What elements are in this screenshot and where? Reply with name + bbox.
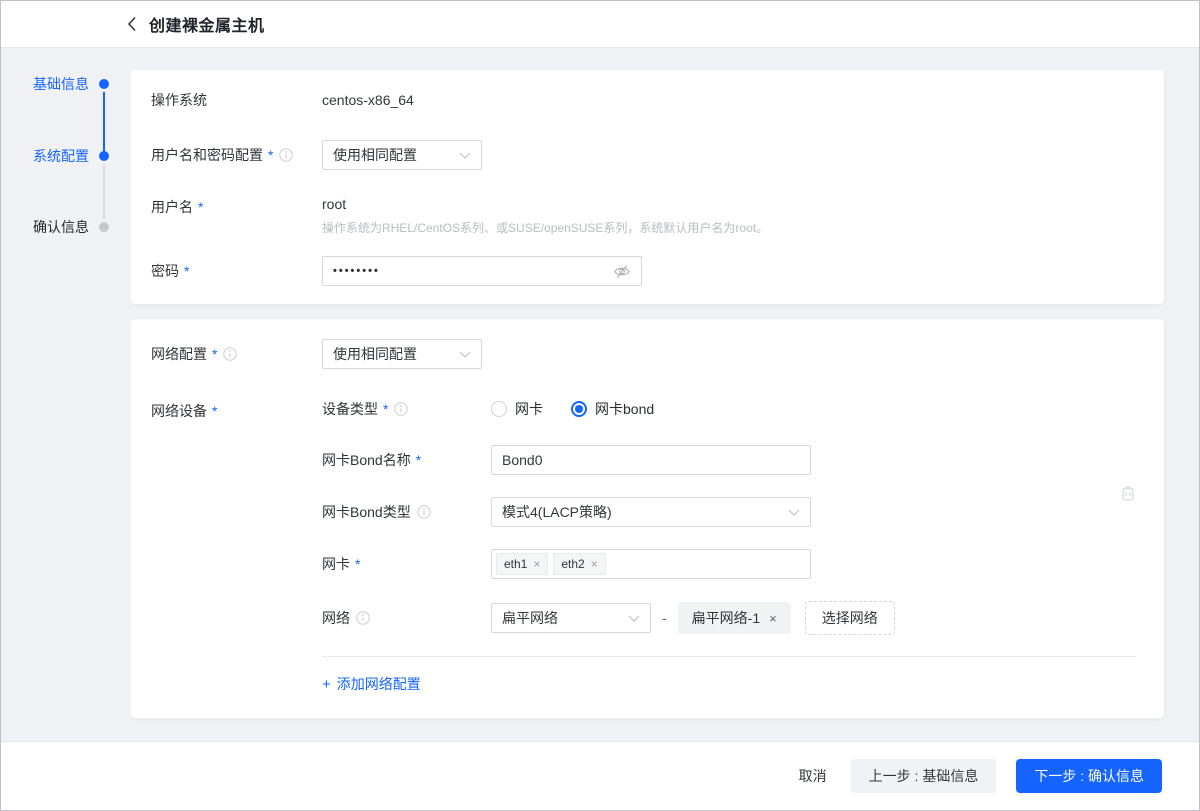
network-device-row: 网络设备 * 设备类型 * 网卡 网卡bond 网卡Bond名称 * Bond0… [151,399,1136,635]
page-body: 基础信息 系统配置 确认信息 操作系统 centos-x86_64 用户名和密码… [1,48,1199,741]
network-config-select[interactable]: 使用相同配置 [322,339,482,369]
password-row: 密码 * •••••••• [151,256,1136,286]
nic-multiselect[interactable]: eth1 × eth2 × [491,549,811,579]
page-header: 创建裸金属主机 [1,1,1199,48]
step-connector-done [103,92,105,152]
nic-tag: eth2 × [553,553,606,575]
info-icon[interactable] [223,347,238,361]
network-config-row: 网络配置 * 使用相同配置 [151,339,1136,369]
required-mark: * [355,556,361,572]
user-pass-config-label: 用户名和密码配置 * [151,145,322,165]
info-icon[interactable] [417,505,431,519]
info-icon[interactable] [356,611,370,625]
bond-name-label: 网卡Bond名称 * [322,452,422,468]
main-content: 操作系统 centos-x86_64 用户名和密码配置 * 使用相同配置 用户名… [131,48,1199,741]
required-mark: * [198,199,204,215]
required-mark: * [268,147,274,163]
delete-device-button[interactable] [1120,485,1136,502]
next-step-button[interactable]: 下一步 : 确认信息 [1016,759,1162,793]
username-value: root [322,196,347,212]
remove-tag-icon[interactable]: × [591,557,598,571]
info-icon[interactable] [394,402,409,416]
selected-network-tag: 扁平网络-1 × [677,602,791,634]
step-basic-info[interactable]: 基础信息 [33,74,109,94]
back-chevron-icon [127,16,137,32]
eye-off-icon [614,264,630,278]
device-type-label: 设备类型 * [322,399,491,419]
bond-name-row: 网卡Bond名称 * Bond0 [322,445,1136,475]
network-row: 网络 扁平网络 - 扁平网络-1 × 选择网络 [322,601,1136,635]
device-type-row: 设备类型 * 网卡 网卡bond [322,399,1136,419]
bond-name-input[interactable]: Bond0 [491,445,811,475]
page-footer: 取消 上一步 : 基础信息 下一步 : 确认信息 [1,741,1199,810]
chevron-down-icon [628,615,640,622]
required-mark: * [212,346,218,362]
required-mark: * [184,263,190,279]
toggle-password-visibility-button[interactable] [613,264,631,279]
user-pass-config-row: 用户名和密码配置 * 使用相同配置 [151,140,1136,170]
system-config-card: 操作系统 centos-x86_64 用户名和密码配置 * 使用相同配置 用户名… [131,70,1164,304]
dash-separator: - [662,610,667,626]
select-network-button[interactable]: 选择网络 [804,601,895,635]
network-type-select[interactable]: 扁平网络 [491,603,651,633]
page-title: 创建裸金属主机 [149,18,265,35]
device-type-radio-group: 网卡 网卡bond [491,399,654,419]
section-divider [322,656,1136,657]
step-connector-pending [103,164,105,219]
chevron-down-icon [459,152,471,159]
create-baremetal-host-page: 创建裸金属主机 基础信息 系统配置 确认信息 操作系统 centos-x86_6… [0,0,1200,811]
required-mark: * [383,401,389,417]
prev-step-button[interactable]: 上一步 : 基础信息 [850,759,997,793]
remove-tag-icon[interactable]: × [533,557,540,571]
required-mark: * [212,403,218,419]
chevron-down-icon [788,509,800,516]
network-label: 网络 [322,608,491,628]
plus-icon: + [322,675,331,693]
nic-label: 网卡 * [322,556,361,572]
password-input[interactable]: •••••••• [322,256,642,286]
network-device-group: 设备类型 * 网卡 网卡bond 网卡Bond名称 * Bond0 网卡Bond… [322,399,1136,635]
radio-nic[interactable]: 网卡 [491,399,543,419]
remove-tag-icon[interactable]: × [769,611,777,626]
step-confirm-info[interactable]: 确认信息 [33,217,109,237]
username-label: 用户名 * [151,199,204,215]
back-button[interactable] [127,16,137,32]
radio-unchecked-icon [491,401,507,417]
trash-icon [1122,486,1134,501]
cancel-button[interactable]: 取消 [795,759,831,793]
network-config-card: 网络配置 * 使用相同配置 网络设备 * 设备类型 * 网卡 网卡bond 网卡… [131,319,1164,718]
required-mark: * [415,452,422,468]
network-device-label: 网络设备 * [151,403,218,419]
bond-type-select[interactable]: 模式4(LACP策略) [491,497,811,527]
step-dot-active [99,151,109,161]
step-system-config[interactable]: 系统配置 [33,146,109,166]
password-masked-value: •••••••• [333,265,380,277]
nic-tag: eth1 × [496,553,549,575]
bond-type-label: 网卡Bond类型 [322,502,491,522]
bond-type-row: 网卡Bond类型 模式4(LACP策略) [322,497,1136,527]
steps-nav: 基础信息 系统配置 确认信息 [1,48,131,741]
os-row: 操作系统 centos-x86_64 [151,90,1136,110]
info-icon[interactable] [279,148,294,162]
password-label: 密码 * [151,263,190,279]
radio-checked-icon [571,401,587,417]
step-dot-pending [99,222,109,232]
username-row: 用户名 * root 操作系统为RHEL/CentOS系列、或SUSE/openS… [151,196,1136,236]
add-network-config-link[interactable]: + 添加网络配置 [322,674,421,694]
nic-row: 网卡 * eth1 × eth2 × [322,549,1136,579]
os-label: 操作系统 [151,92,207,108]
chevron-down-icon [459,351,471,358]
network-config-label: 网络配置 * [151,344,322,364]
radio-nic-bond[interactable]: 网卡bond [571,399,654,419]
step-dot-done [99,79,109,89]
os-value: centos-x86_64 [322,92,414,108]
user-pass-config-select[interactable]: 使用相同配置 [322,140,482,170]
username-hint: 操作系统为RHEL/CentOS系列、或SUSE/openSUSE系列，系统默认… [322,221,769,235]
